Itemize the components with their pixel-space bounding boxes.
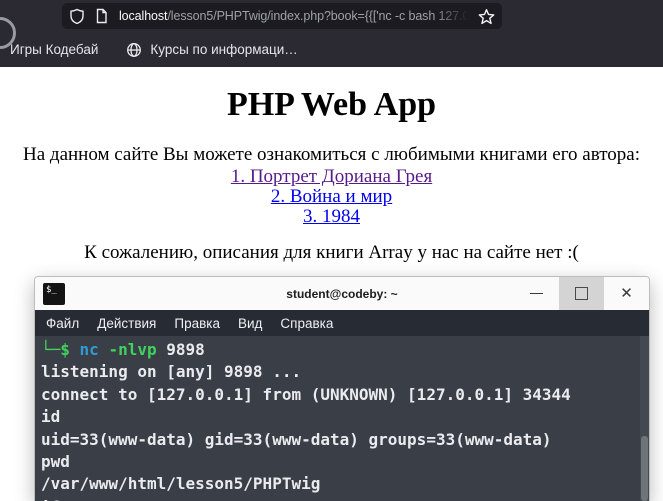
no-description-message: К сожалению, описания для книги Array у … [84, 242, 579, 263]
url-host: localhost [119, 9, 168, 23]
shield-icon[interactable] [69, 8, 85, 24]
terminal-scrollbar-thumb[interactable] [641, 436, 648, 501]
terminal-line: connect to [127.0.0.1] from (UNKNOWN) [1… [41, 384, 571, 404]
url-fade-overlay [433, 4, 475, 28]
terminal-line: pwd [41, 452, 70, 472]
terminal-line: id [41, 407, 61, 427]
bookmark-star-icon[interactable] [478, 8, 495, 25]
browser-toolbar: localhost/lesson5/PHPTwig/index.php?book… [0, 0, 663, 67]
bookmark-label: Курсы по информаци… [150, 42, 298, 57]
screenshot-root: { "browser": { "url_host": "localhost", … [0, 0, 663, 501]
terminal-window: $_ student@codeby: ~ ✕ Файл Действия Пра… [35, 277, 649, 501]
terminal-line: /var/www/html/lesson5/PHPTwig [41, 474, 321, 494]
page-info-icon[interactable] [94, 8, 109, 24]
menu-edit[interactable]: Правка [165, 316, 229, 331]
close-icon: ✕ [620, 285, 633, 302]
terminal-line: listening on [any] 9898 ... [41, 362, 302, 382]
terminal-app-icon: $_ [43, 282, 65, 305]
maximize-icon [575, 287, 588, 300]
bookmark-item-games[interactable]: Игры Кодебай [10, 42, 98, 57]
url-text: localhost/lesson5/PHPTwig/index.php?book… [119, 3, 475, 29]
terminal-titlebar[interactable]: $_ student@codeby: ~ ✕ [35, 277, 649, 310]
terminal-line: └─$ nc -nlvp 9898 [41, 340, 205, 359]
book-link-2[interactable]: 2. Война и мир [0, 187, 663, 207]
terminal-scrollbar [640, 336, 649, 501]
menu-file[interactable]: Файл [37, 316, 88, 331]
menu-view[interactable]: Вид [229, 316, 271, 331]
book-link-1[interactable]: 1. Портрет Дориана Грея [0, 167, 663, 187]
url-path: /lesson5/PHPTwig/index.php?book={{['nc -… [167, 9, 475, 23]
maximize-button[interactable] [559, 277, 604, 310]
terminal-line: uid=33(www-data) gid=33(www-data) groups… [41, 429, 552, 449]
terminal-line: ^C [41, 496, 635, 501]
terminal-output: └─$ nc -nlvp 9898 listening on [any] 9898… [41, 339, 635, 501]
bookmarks-bar: Игры Кодебай Курсы по информаци… [0, 32, 663, 67]
window-controls: ✕ [514, 277, 649, 310]
globe-icon [127, 42, 142, 57]
bookmark-label: Игры Кодебай [10, 42, 99, 57]
terminal-body[interactable]: └─$ nc -nlvp 9898 listening on [any] 9898… [35, 336, 649, 501]
minimize-button[interactable] [514, 277, 559, 310]
menu-actions[interactable]: Действия [88, 316, 165, 331]
book-link-3[interactable]: 3. 1984 [0, 207, 663, 227]
bookmark-item-courses[interactable]: Курсы по информаци… [126, 42, 298, 58]
terminal-menubar: Файл Действия Правка Вид Справка [35, 310, 649, 336]
close-button[interactable]: ✕ [604, 277, 649, 310]
minimize-icon [530, 293, 543, 294]
book-links: 1. Портрет Дориана Грея 2. Война и мир 3… [0, 167, 663, 227]
page-title: PHP Web App [226, 86, 437, 123]
intro-text: На данном сайте Вы можете ознакомиться с… [23, 144, 640, 165]
menu-help[interactable]: Справка [271, 316, 342, 331]
url-bar[interactable]: localhost/lesson5/PHPTwig/index.php?book… [62, 3, 502, 29]
